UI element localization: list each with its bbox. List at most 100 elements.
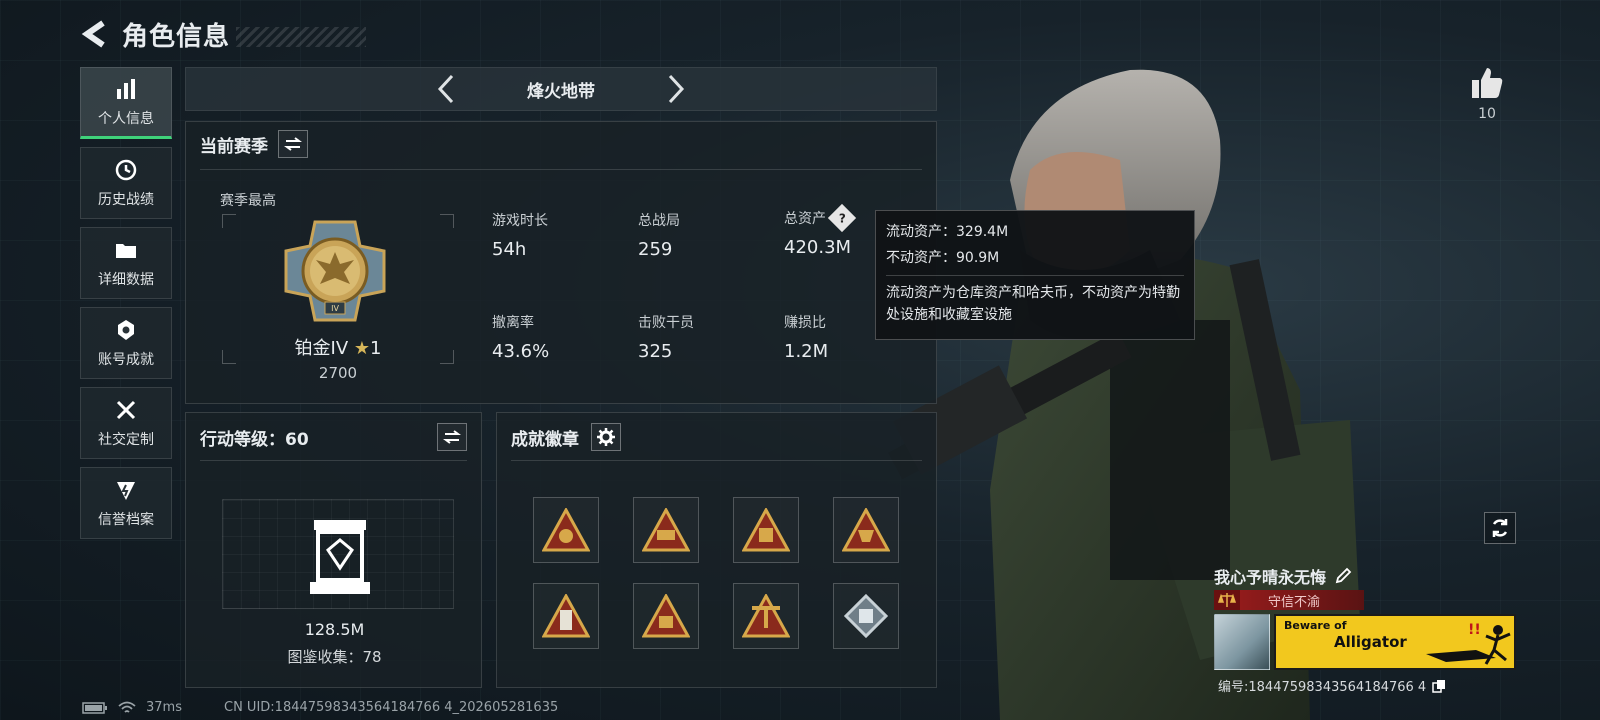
rank-name: 铂金IV ★1 bbox=[222, 334, 454, 360]
folder-icon bbox=[113, 237, 139, 263]
badge-grid bbox=[533, 497, 899, 649]
rank-display: IV 铂金IV ★1 2700 bbox=[222, 214, 454, 382]
collection-count: 图鉴收集：78 bbox=[287, 648, 382, 666]
triangle-badge-icon bbox=[542, 508, 590, 552]
back-arrow-icon bbox=[81, 20, 105, 48]
triangle-badge-icon bbox=[842, 508, 890, 552]
stat-total-assets: 总资产 ? 420.3M bbox=[784, 203, 857, 258]
avatar[interactable] bbox=[1214, 614, 1270, 670]
achievement-badge[interactable] bbox=[733, 497, 799, 563]
divider bbox=[511, 460, 922, 461]
achievement-badge[interactable] bbox=[833, 583, 899, 649]
chevron-right-icon bbox=[668, 74, 685, 104]
stat-value: 54h bbox=[492, 239, 527, 260]
achievement-icon bbox=[113, 317, 139, 343]
stat-label: 总战局 bbox=[638, 213, 680, 229]
swap-icon bbox=[284, 137, 302, 151]
sidebar: 个人信息 历史战绩 详细数据 账号成就 社交定制 信誉档案 bbox=[80, 67, 172, 547]
season-switch-button[interactable] bbox=[278, 130, 308, 158]
liquid-assets: 流动资产：329.4M bbox=[886, 224, 1009, 240]
season-best-label: 赛季最高 bbox=[220, 193, 276, 209]
achievement-badges-panel: 成就徽章 bbox=[496, 412, 937, 688]
achievement-badge[interactable] bbox=[633, 583, 699, 649]
stat-label: 游戏时长 bbox=[492, 213, 548, 229]
sidebar-item-label: 个人信息 bbox=[98, 111, 154, 127]
player-id-text: 编号:18447598343564184766 4 bbox=[1218, 680, 1427, 695]
svg-text:IV: IV bbox=[331, 304, 339, 313]
stat-label-text: 总资产 bbox=[784, 211, 826, 227]
stat-operators-defeated: 击败干员 325 bbox=[638, 312, 694, 362]
player-id: 编号:18447598343564184766 4 bbox=[1218, 676, 1446, 695]
achievement-badge[interactable] bbox=[833, 497, 899, 563]
sidebar-item-social[interactable]: 社交定制 bbox=[80, 387, 172, 459]
achievement-badge[interactable] bbox=[533, 583, 599, 649]
trust-badge: 守信不渝 bbox=[1214, 590, 1364, 610]
action-level-title: 行动等级：60 bbox=[200, 429, 309, 450]
display-case-icon bbox=[310, 520, 370, 594]
refresh-icon bbox=[1492, 519, 1508, 537]
ping-value: 37ms bbox=[146, 700, 182, 715]
collection-display[interactable] bbox=[222, 499, 454, 609]
swap-icon bbox=[443, 430, 461, 444]
stat-value: 420.3M bbox=[784, 237, 852, 258]
season-title: 当前赛季 bbox=[200, 136, 268, 157]
sidebar-item-label: 社交定制 bbox=[98, 432, 154, 448]
player-name-text: 我心予晴永无悔 bbox=[1214, 568, 1327, 587]
svg-text:!!: !! bbox=[1468, 622, 1481, 638]
stat-value: 259 bbox=[638, 239, 673, 260]
refresh-button[interactable] bbox=[1484, 512, 1516, 544]
title-decoration bbox=[236, 27, 367, 47]
alligator-runner-icon: !! bbox=[1426, 622, 1511, 665]
achievement-badge[interactable] bbox=[733, 583, 799, 649]
name-card-banner[interactable]: Beware of Alligator !! bbox=[1274, 614, 1516, 670]
stat-label: 总资产 ? bbox=[784, 203, 857, 233]
stat-play-time: 游戏时长 54h bbox=[492, 210, 548, 260]
stat-value: 1.2M bbox=[784, 341, 829, 362]
stat-label: 击败干员 bbox=[638, 315, 694, 331]
gear-icon bbox=[597, 428, 615, 446]
banner-top-text: Beware of bbox=[1284, 619, 1347, 632]
thumbs-up-icon bbox=[1472, 68, 1503, 98]
next-mode-button[interactable] bbox=[661, 74, 691, 104]
diamond-badge-icon bbox=[844, 594, 888, 638]
rank-title: 铂金IV bbox=[294, 338, 349, 359]
sidebar-item-profile[interactable]: 个人信息 bbox=[80, 67, 172, 139]
current-season-panel: 当前赛季 赛季最高 IV 铂金IV ★1 2700 游戏时长 54h 总战局 2… bbox=[185, 121, 937, 404]
triangle-badge-icon bbox=[642, 594, 690, 638]
sidebar-item-credit[interactable]: 信誉档案 bbox=[80, 467, 172, 539]
sidebar-item-achievements[interactable]: 账号成就 bbox=[80, 307, 172, 379]
collection-value: 128.5M bbox=[304, 620, 365, 639]
prev-mode-button[interactable] bbox=[431, 74, 461, 104]
badge-settings-button[interactable] bbox=[591, 423, 621, 451]
battery-icon bbox=[82, 701, 107, 714]
stat-total-matches: 总战局 259 bbox=[638, 210, 680, 260]
history-icon bbox=[113, 157, 139, 183]
wifi-icon bbox=[118, 701, 136, 713]
bar-chart-icon bbox=[113, 76, 139, 102]
divider bbox=[886, 275, 1184, 276]
sidebar-item-label: 信誉档案 bbox=[98, 512, 154, 528]
triangle-badge-icon bbox=[642, 508, 690, 552]
mode-title: 烽火地带 bbox=[527, 81, 595, 102]
page-header: 角色信息 bbox=[78, 14, 367, 54]
back-button[interactable] bbox=[78, 18, 110, 50]
action-level-panel: 行动等级：60 128.5M 图鉴收集：78 bbox=[185, 412, 482, 688]
scale-icon bbox=[1214, 590, 1240, 610]
sidebar-item-history[interactable]: 历史战绩 bbox=[80, 147, 172, 219]
sidebar-item-details[interactable]: 详细数据 bbox=[80, 227, 172, 299]
like-button[interactable] bbox=[1470, 66, 1504, 100]
credit-icon bbox=[113, 477, 139, 503]
edit-icon[interactable] bbox=[1334, 567, 1352, 585]
copy-icon[interactable] bbox=[1432, 679, 1446, 693]
player-name: 我心予晴永无悔 bbox=[1214, 564, 1352, 588]
sidebar-item-label: 账号成就 bbox=[98, 352, 154, 368]
rank-stars: 1 bbox=[370, 338, 382, 359]
achievement-badge[interactable] bbox=[533, 497, 599, 563]
stat-extract-rate: 撤离率 43.6% bbox=[492, 312, 549, 362]
help-icon[interactable]: ? bbox=[827, 203, 857, 233]
level-switch-button[interactable] bbox=[437, 423, 467, 451]
achievement-badge[interactable] bbox=[633, 497, 699, 563]
tools-icon bbox=[113, 397, 139, 423]
sidebar-item-label: 历史战绩 bbox=[98, 192, 154, 208]
sidebar-item-label: 详细数据 bbox=[98, 272, 154, 288]
